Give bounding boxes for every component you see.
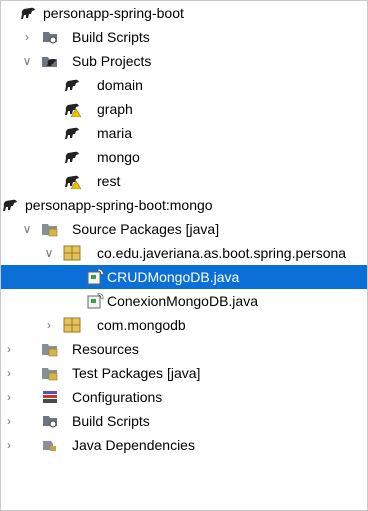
- chevron-right-icon[interactable]: ›: [1, 361, 17, 385]
- tree-node-source-packages[interactable]: ∨ Source Packages [java]: [1, 217, 367, 241]
- project-icon: [19, 5, 37, 21]
- chevron-right-icon[interactable]: ›: [1, 337, 17, 361]
- tree-node-label: Source Packages [java]: [72, 221, 220, 237]
- build-scripts-icon: [41, 413, 59, 429]
- tree-node-label: maria: [97, 125, 133, 141]
- chevron-right-icon[interactable]: ›: [41, 313, 57, 337]
- java-interface-icon: [87, 293, 105, 309]
- tree-node-label: co.edu.javeriana.as.boot.spring.persona: [97, 245, 347, 261]
- tree-node-label: com.mongodb: [97, 317, 186, 333]
- project-tree: personapp-spring-boot › Build Scripts ∨ …: [1, 1, 367, 457]
- package-icon: [63, 317, 81, 333]
- project-icon: [63, 149, 81, 165]
- project-warning-icon: [63, 101, 81, 117]
- tree-node-personapp-spring-boot-mongo[interactable]: personapp-spring-boot:mongo: [1, 193, 367, 217]
- tree-node-package-com-mongodb[interactable]: › com.mongodb: [1, 313, 367, 337]
- tree-node-label: Resources: [72, 341, 139, 357]
- java-interface-icon: [87, 269, 105, 285]
- tree-node-build-scripts[interactable]: › Build Scripts: [1, 25, 367, 49]
- tree-node-label: ConexionMongoDB.java: [107, 293, 258, 309]
- tree-node-resources[interactable]: › Resources: [1, 337, 367, 361]
- configurations-icon: [41, 389, 59, 405]
- chevron-down-icon[interactable]: ∨: [19, 49, 35, 73]
- tree-node-java-dependencies[interactable]: › Java Dependencies: [1, 433, 367, 457]
- chevron-right-icon[interactable]: ›: [1, 433, 17, 457]
- project-icon: [63, 77, 81, 93]
- tree-node-label: rest: [97, 173, 121, 189]
- chevron-down-icon[interactable]: ∨: [41, 241, 57, 265]
- tree-node-domain[interactable]: domain: [1, 73, 367, 97]
- tree-node-label: graph: [97, 101, 133, 117]
- tree-node-label: CRUDMongoDB.java: [107, 269, 240, 285]
- tree-node-test-packages[interactable]: › Test Packages [java]: [1, 361, 367, 385]
- tree-node-mongo[interactable]: mongo: [1, 145, 367, 169]
- source-packages-icon: [41, 221, 59, 237]
- tree-node-label: personapp-spring-boot: [43, 5, 184, 21]
- projects-panel: personapp-spring-boot › Build Scripts ∨ …: [0, 0, 368, 511]
- tree-node-label: Java Dependencies: [72, 437, 195, 453]
- project-icon: [1, 197, 19, 213]
- tree-node-label: Sub Projects: [72, 53, 152, 69]
- tree-node-conexionmongodb-java[interactable]: ConexionMongoDB.java: [1, 289, 367, 313]
- chevron-right-icon[interactable]: ›: [1, 385, 17, 409]
- build-scripts-icon: [41, 29, 59, 45]
- tree-node-label: Build Scripts: [72, 413, 150, 429]
- project-icon: [63, 125, 81, 141]
- tree-node-label: Test Packages [java]: [72, 365, 201, 381]
- subprojects-icon: [41, 53, 59, 69]
- tree-node-label: mongo: [97, 149, 140, 165]
- chevron-down-icon[interactable]: ∨: [19, 217, 35, 241]
- tree-node-label: Build Scripts: [72, 29, 150, 45]
- project-warning-icon: [63, 173, 81, 189]
- tree-node-label: Configurations: [72, 389, 163, 405]
- chevron-right-icon[interactable]: ›: [19, 25, 35, 49]
- java-dependencies-icon: [41, 437, 59, 453]
- tree-node-configurations[interactable]: › Configurations: [1, 385, 367, 409]
- resources-icon: [41, 341, 59, 357]
- tree-node-label: domain: [97, 77, 143, 93]
- package-icon: [63, 245, 81, 261]
- tree-node-package-co-edu-javeriana[interactable]: ∨ co.edu.javeriana.as.boot.spring.person…: [1, 241, 367, 265]
- tree-node-sub-projects[interactable]: ∨ Sub Projects: [1, 49, 367, 73]
- tree-node-label: personapp-spring-boot:mongo: [25, 197, 213, 213]
- tree-node-build-scripts-mongo[interactable]: › Build Scripts: [1, 409, 367, 433]
- tree-node-maria[interactable]: maria: [1, 121, 367, 145]
- chevron-right-icon[interactable]: ›: [1, 409, 17, 433]
- tree-node-crudmongodb-java[interactable]: CRUDMongoDB.java: [1, 265, 367, 289]
- tree-node-graph[interactable]: graph: [1, 97, 367, 121]
- tree-node-personapp-spring-boot[interactable]: personapp-spring-boot: [1, 1, 367, 25]
- test-packages-icon: [41, 365, 59, 381]
- tree-node-rest[interactable]: rest: [1, 169, 367, 193]
